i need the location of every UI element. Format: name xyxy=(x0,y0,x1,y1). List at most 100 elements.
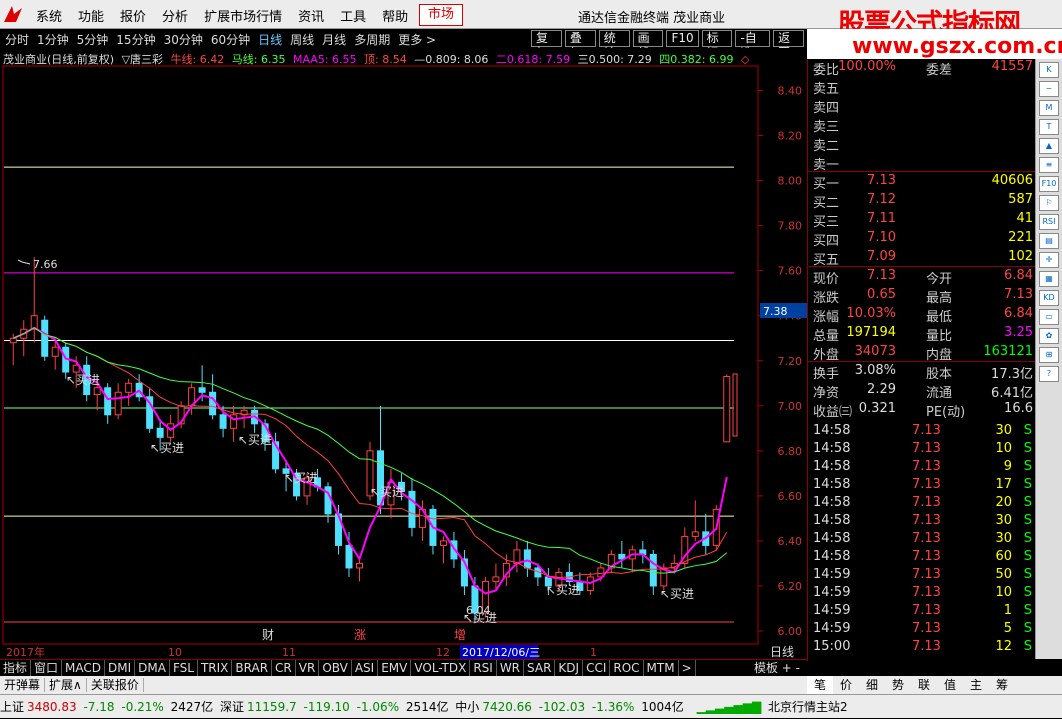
menu-item-2[interactable]: 报价 xyxy=(112,6,154,25)
indicator-tab-12[interactable]: EMV xyxy=(378,660,412,676)
menu-item-5[interactable]: 资讯 xyxy=(290,6,332,25)
sidebar-tool-icon-7[interactable]: ⚐ xyxy=(1039,195,1059,211)
indicator-tab-0[interactable]: 指标 xyxy=(0,660,32,676)
quote-tab-2[interactable]: 细 xyxy=(859,676,885,694)
indicator-tab-9[interactable]: VR xyxy=(296,660,320,676)
chart-tool-button-0[interactable]: 复权 xyxy=(531,30,562,60)
chart-tool-button-1[interactable]: 叠加 xyxy=(564,30,596,60)
quote-tab-5[interactable]: 值 xyxy=(937,676,963,694)
option-button-2[interactable]: 关联报价 xyxy=(86,678,144,692)
y-tick-label: 7.60 xyxy=(778,265,803,278)
indicator-tab-6[interactable]: TRIX xyxy=(198,660,233,676)
tick-price: 7.13 xyxy=(912,477,941,492)
quote-tab-1[interactable]: 价 xyxy=(833,676,859,694)
chart-tool-button-6[interactable]: -自选 xyxy=(735,30,771,60)
indicator-tab-18[interactable]: CCI xyxy=(583,660,611,676)
quote-row: 买二 7.12 587 xyxy=(808,192,1036,211)
period-tab-9[interactable]: 多周期 xyxy=(354,31,390,48)
period-tab-8[interactable]: 月线 xyxy=(322,31,346,48)
tick-price: 7.13 xyxy=(912,531,941,546)
sz-label[interactable]: 深证 xyxy=(220,700,244,714)
menu-item-4[interactable]: 扩展市场行情 xyxy=(196,6,290,25)
chart-tool-button-2[interactable]: 统计 xyxy=(598,30,630,60)
chart-tool-button-7[interactable]: 返回 xyxy=(773,30,804,60)
quote-value: 197194 xyxy=(846,325,896,340)
quote-label: 卖四 xyxy=(813,101,840,116)
chart-tool-button-4[interactable]: F10 xyxy=(666,30,699,47)
quote-label: 涨跌 xyxy=(813,291,840,306)
sidebar-tool-icon-1[interactable]: ~ xyxy=(1039,81,1059,97)
indicator-tab-3[interactable]: DMI xyxy=(105,660,136,676)
server-name[interactable]: 北京行情主站2 xyxy=(768,695,848,719)
indicator-tab-11[interactable]: ASI xyxy=(352,660,379,676)
period-tab-6[interactable]: 日线 xyxy=(258,31,282,48)
indicator-tab-2[interactable]: MACD xyxy=(62,660,106,676)
sz-value: 11159.7 xyxy=(247,700,297,714)
period-tab-2[interactable]: 5分钟 xyxy=(77,31,109,48)
tick-row: 14:58 7.13 9 S xyxy=(808,459,1036,477)
sidebar-tool-icon-5[interactable]: ≡ xyxy=(1039,157,1059,173)
period-tab-10[interactable]: 更多 > xyxy=(398,31,436,48)
indicator-tab-4[interactable]: DMA xyxy=(135,660,170,676)
sidebar-tool-icon-10[interactable]: ✛ xyxy=(1039,252,1059,268)
option-button-0[interactable]: 开弹幕 xyxy=(0,678,46,692)
chart-tool-button-5[interactable]: 标记 xyxy=(701,30,733,60)
sidebar-tool-icon-14[interactable]: ✿ xyxy=(1039,328,1059,344)
period-tab-1[interactable]: 1分钟 xyxy=(37,31,69,48)
tick-side: S xyxy=(1023,441,1032,456)
sidebar-tool-icon-3[interactable]: T xyxy=(1039,119,1059,135)
menu-item-6[interactable]: 工具 xyxy=(332,6,374,25)
period-tab-4[interactable]: 30分钟 xyxy=(164,31,203,48)
sidebar-tool-icon-13[interactable]: ▭ xyxy=(1039,309,1059,325)
candle-body xyxy=(114,391,122,416)
period-tab-3[interactable]: 15分钟 xyxy=(116,31,155,48)
legend-ma: 马线: 6.35 xyxy=(231,53,286,66)
indicator-tab-13[interactable]: VOL-TDX xyxy=(411,660,471,676)
kline-chart[interactable]: 8.408.208.007.807.607.407.207.006.806.60… xyxy=(0,48,807,660)
zx-label[interactable]: 中小 xyxy=(455,700,479,714)
indicator-tab-17[interactable]: KDJ xyxy=(555,660,584,676)
indicator-name[interactable]: ▽唐三彩 xyxy=(122,53,163,66)
indicator-tab-21[interactable]: > xyxy=(679,660,696,676)
menu-item-1[interactable]: 功能 xyxy=(70,6,112,25)
quote-tab-6[interactable]: 主 xyxy=(963,676,989,694)
indicator-tab-16[interactable]: SAR xyxy=(524,660,556,676)
sidebar-tool-icon-11[interactable]: ▦ xyxy=(1039,271,1059,287)
sidebar-tool-icon-4[interactable]: ▲ xyxy=(1039,138,1059,154)
quote-tab-7[interactable]: 筹 xyxy=(989,676,1015,694)
sidebar-tool-icon-9[interactable]: ▤ xyxy=(1039,233,1059,249)
indicator-tab-19[interactable]: ROC xyxy=(610,660,644,676)
tick-volume: 1 xyxy=(1003,603,1012,618)
sidebar-tool-icon-8[interactable]: RSI xyxy=(1039,214,1059,230)
quote-tab-4[interactable]: 联 xyxy=(911,676,937,694)
indicator-tab-10[interactable]: OBV xyxy=(319,660,352,676)
menu-item-0[interactable]: 系统 xyxy=(28,6,70,25)
indicator-tab-8[interactable]: CR xyxy=(272,660,296,676)
quote-tab-3[interactable]: 势 xyxy=(885,676,911,694)
diamond-icon[interactable]: ◇ xyxy=(741,53,749,66)
quote-row: 买五 7.09 102 xyxy=(808,249,1036,268)
indicator-tab-1[interactable]: 窗口 xyxy=(31,660,63,676)
indicator-tab-7[interactable]: BRAR xyxy=(232,660,273,676)
sidebar-tool-icon-15[interactable]: ⊞ xyxy=(1039,347,1059,363)
indicator-tab-5[interactable]: FSL xyxy=(170,660,198,676)
option-button-1[interactable]: 扩展∧ xyxy=(45,678,87,692)
indicator-tab-15[interactable]: WR xyxy=(497,660,525,676)
market-menu-tab[interactable]: 市场 xyxy=(419,4,464,26)
sidebar-tool-icon-12[interactable]: KD xyxy=(1039,290,1059,306)
chart-tool-button-3[interactable]: 画线 xyxy=(632,30,664,60)
sidebar-tool-icon-6[interactable]: F10 xyxy=(1039,176,1059,192)
menu-item-3[interactable]: 分析 xyxy=(154,6,196,25)
quote-tab-0[interactable]: 笔 xyxy=(807,676,833,694)
period-tab-7[interactable]: 周线 xyxy=(290,31,314,48)
sidebar-tool-icon-0[interactable]: K xyxy=(1039,62,1059,78)
period-tab-0[interactable]: 分时 xyxy=(5,31,29,48)
sidebar-tool-icon-2[interactable]: M xyxy=(1039,100,1059,116)
period-tab-5[interactable]: 60分钟 xyxy=(211,31,250,48)
indicator-tab-20[interactable]: MTM xyxy=(644,660,679,676)
indicator-tab-14[interactable]: RSI xyxy=(470,660,497,676)
template-button[interactable]: 模板 + - xyxy=(751,660,803,676)
sidebar-tool-icon-16[interactable]: ? xyxy=(1039,366,1059,382)
sh-label[interactable]: 上证 xyxy=(0,700,24,714)
menu-item-7[interactable]: 帮助 xyxy=(374,6,416,25)
